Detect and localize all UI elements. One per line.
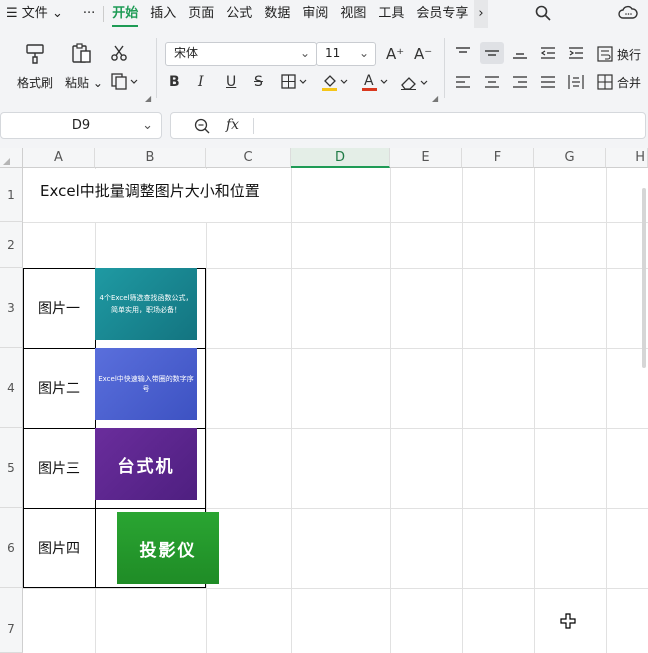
chevron-down-icon: ⌄ <box>358 46 369 60</box>
tab-view[interactable]: 视图 <box>334 0 372 28</box>
tab-formula[interactable]: 公式 <box>220 0 258 28</box>
picture-2-caption: Excel中快速输入带圈的数字序号 <box>98 375 194 393</box>
chevron-down-icon: ⌄ <box>142 118 153 133</box>
column-header-c[interactable]: C <box>206 148 291 168</box>
decrease-indent-icon[interactable] <box>540 46 556 64</box>
align-top-icon[interactable] <box>455 46 471 64</box>
sheet-title[interactable]: Excel中批量调整图片大小和位置 <box>40 180 260 201</box>
align-right-icon[interactable] <box>512 75 528 93</box>
tabs-scroll-right[interactable]: › <box>474 0 488 28</box>
row-header-3[interactable]: 3 <box>0 268 23 348</box>
picture-3[interactable]: 台式机 <box>95 428 197 500</box>
font-name-select[interactable]: 宋体 ⌄ <box>165 42 317 66</box>
search-icon[interactable] <box>535 5 551 25</box>
format-painter-icon[interactable] <box>24 42 46 68</box>
spreadsheet-grid[interactable]: A B C D E F G H 1 2 3 4 5 6 7 Excel中批量调整… <box>0 148 648 653</box>
tab-tools[interactable]: 工具 <box>372 0 410 28</box>
scissors-icon[interactable] <box>110 44 128 66</box>
picture-1[interactable]: 4个Excel筛选查找函数公式，简单实用，职场必备！ <box>95 268 197 340</box>
paste-icon[interactable] <box>70 42 92 68</box>
ribbon: 格式刷 粘贴 ⌄ ◢ 宋体 ⌄ 11 ⌄ A⁺ A⁻ B I U S A ◢ 换… <box>0 28 648 104</box>
gridline <box>462 168 463 653</box>
font-size-select[interactable]: 11 ⌄ <box>316 42 376 66</box>
name-box[interactable]: D9 ⌄ <box>0 112 162 139</box>
align-bottom-icon[interactable] <box>512 46 528 64</box>
row-header-1[interactable]: 1 <box>0 168 23 222</box>
picture-4-caption: 投影仪 <box>139 540 197 561</box>
fill-color-icon[interactable] <box>321 72 351 96</box>
row-header-5[interactable]: 5 <box>0 428 23 508</box>
picture-4[interactable]: 投影仪 <box>117 512 219 584</box>
picture-1-caption: 4个Excel筛选查找函数公式，简单实用，职场必备！ <box>99 294 193 314</box>
border-icon[interactable] <box>281 74 313 94</box>
vertical-scrollbar[interactable] <box>642 188 646 368</box>
formula-input[interactable]: fx <box>170 112 646 139</box>
underline-button[interactable]: U <box>226 74 236 90</box>
column-header-g[interactable]: G <box>534 148 606 168</box>
align-left-icon[interactable] <box>455 75 471 93</box>
svg-text:A: A <box>364 73 374 89</box>
font-color-icon[interactable]: A <box>361 72 391 96</box>
eraser-icon[interactable] <box>399 73 431 95</box>
wrap-text-label[interactable]: 换行 <box>617 46 641 63</box>
tab-review[interactable]: 审阅 <box>296 0 334 28</box>
picture-2[interactable]: Excel中快速输入带圈的数字序号 <box>95 348 197 420</box>
formula-bar: D9 ⌄ fx <box>0 104 648 148</box>
column-header-d[interactable]: D <box>291 148 390 168</box>
clipboard-expand-icon[interactable]: ◢ <box>145 94 151 103</box>
format-painter-label[interactable]: 格式刷 <box>17 74 53 91</box>
gridline <box>534 168 535 653</box>
tab-home[interactable]: 开始 <box>106 0 144 28</box>
column-header-b[interactable]: B <box>95 148 206 168</box>
gridline <box>23 588 648 589</box>
menu-bar: ☰ 文件 ⌄ ··· 开始 插入 页面 公式 数据 审阅 视图 工具 会员专享 … <box>0 0 648 28</box>
tab-page[interactable]: 页面 <box>182 0 220 28</box>
strikethrough-button[interactable]: S <box>254 74 263 90</box>
bold-button[interactable]: B <box>169 74 180 90</box>
column-header-f[interactable]: F <box>462 148 534 168</box>
align-middle-icon[interactable] <box>480 42 504 64</box>
cloud-icon[interactable] <box>618 5 638 25</box>
gridline <box>606 168 607 653</box>
row-header-6[interactable]: 6 <box>0 508 23 588</box>
row-header-2[interactable]: 2 <box>0 222 23 268</box>
gridline <box>291 168 292 653</box>
gridline <box>390 168 391 653</box>
tab-insert[interactable]: 插入 <box>144 0 182 28</box>
tab-member[interactable]: 会员专享 <box>410 0 474 28</box>
justify-icon[interactable] <box>540 75 556 93</box>
shrink-font-icon[interactable]: A⁻ <box>414 46 432 62</box>
merge-icon[interactable] <box>597 74 613 94</box>
increase-indent-icon[interactable] <box>568 46 584 64</box>
copy-icon[interactable] <box>110 72 138 94</box>
label-cell-1[interactable]: 图片一 <box>23 298 95 318</box>
picture-3-caption: 台式机 <box>117 456 175 477</box>
fx-icon[interactable]: fx <box>226 117 239 133</box>
italic-button[interactable]: I <box>198 74 204 90</box>
column-header-h[interactable]: H <box>606 148 648 168</box>
gridline <box>23 222 648 223</box>
wrap-text-icon[interactable] <box>597 46 613 66</box>
label-cell-4[interactable]: 图片四 <box>23 538 95 558</box>
chevron-down-icon: ⌄ <box>299 46 310 60</box>
column-header-e[interactable]: E <box>390 148 462 168</box>
crosshair-icon <box>560 613 576 633</box>
align-center-icon[interactable] <box>484 75 500 93</box>
menu-file[interactable]: ☰ 文件 ⌄ <box>0 0 69 28</box>
tab-data[interactable]: 数据 <box>258 0 296 28</box>
merge-label[interactable]: 合并 <box>617 74 641 91</box>
label-cell-2[interactable]: 图片二 <box>23 378 95 398</box>
zoom-icon[interactable] <box>194 118 210 138</box>
font-expand-icon[interactable]: ◢ <box>432 94 438 103</box>
row-header-7[interactable]: 7 <box>0 588 23 653</box>
table-divider <box>23 508 206 509</box>
label-cell-3[interactable]: 图片三 <box>23 458 95 478</box>
menu-more[interactable]: ··· <box>77 0 101 28</box>
column-header-a[interactable]: A <box>23 148 95 168</box>
distribute-icon[interactable] <box>568 74 584 94</box>
select-all-corner[interactable] <box>0 148 23 168</box>
row-header-4[interactable]: 4 <box>0 348 23 428</box>
paste-label[interactable]: 粘贴 ⌄ <box>65 74 103 91</box>
grow-font-icon[interactable]: A⁺ <box>386 46 404 62</box>
